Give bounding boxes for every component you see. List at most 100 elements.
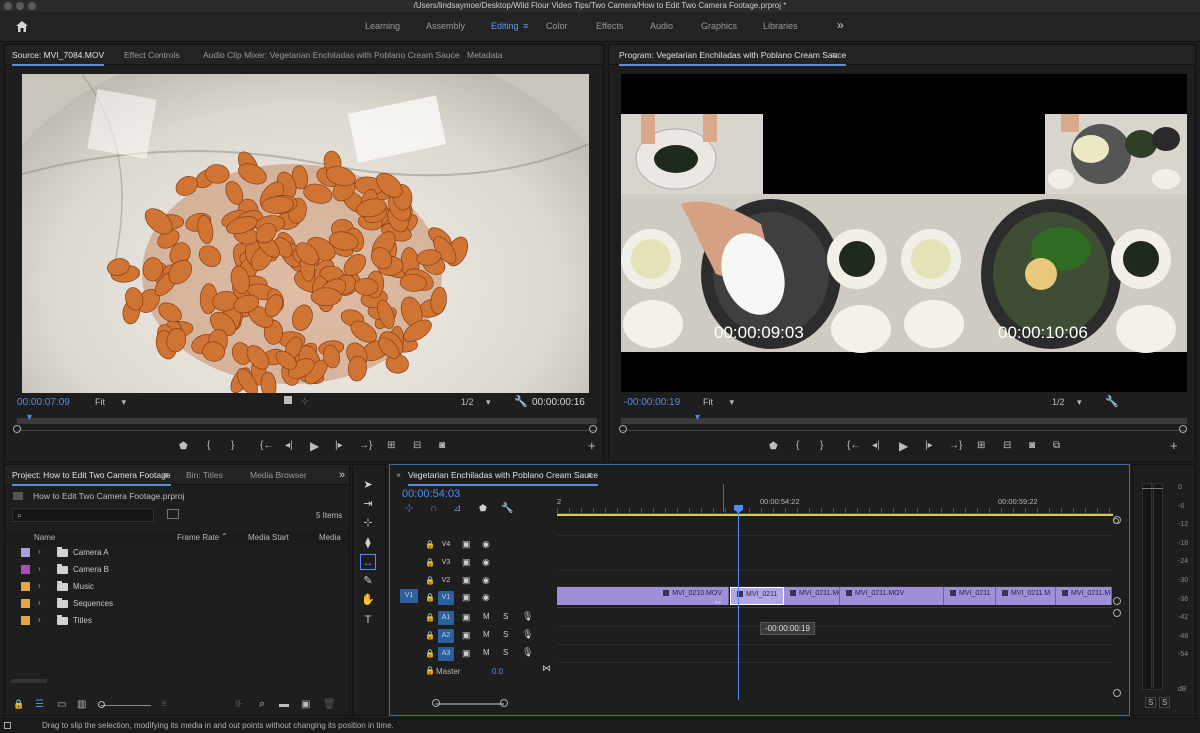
add-marker-icon[interactable]: ⬟ — [479, 503, 487, 514]
master-volume-value[interactable]: 0.0 — [492, 667, 503, 676]
track-select-tool-icon[interactable]: ⇥ — [360, 496, 376, 512]
project-item[interactable]: › Titles — [5, 613, 345, 630]
tab-bin-titles[interactable]: Bin: Titles — [186, 465, 223, 485]
tab-metadata[interactable]: Metadata — [467, 45, 502, 65]
source-time-ruler[interactable] — [17, 418, 597, 424]
play-button[interactable]: ▶ — [310, 439, 319, 453]
workspace-tab-effects[interactable]: Effects — [596, 21, 623, 31]
panel-overflow-icon[interactable]: » — [339, 465, 345, 485]
program-time-ruler[interactable] — [621, 418, 1187, 424]
label-color-swatch[interactable] — [21, 548, 30, 557]
disclosure-chevron-icon[interactable]: › — [38, 615, 41, 624]
track-lock-icon[interactable]: 🔒 — [425, 576, 435, 585]
camera-icon[interactable]: ◙ — [439, 440, 445, 451]
step-back-button[interactable]: ◂| — [872, 440, 880, 451]
workspace-tab-audio[interactable]: Audio — [650, 21, 673, 31]
close-tab-icon[interactable]: × — [396, 465, 401, 485]
eye-icon[interactable]: ◉ — [482, 539, 490, 550]
icon-view-icon[interactable]: ▭ — [57, 699, 66, 710]
step-forward-button[interactable]: |▸ — [335, 440, 343, 451]
track-scroll-handle[interactable] — [1113, 689, 1121, 697]
mark-out-button[interactable]: } — [820, 440, 823, 451]
solo-right-button[interactable]: S — [1159, 697, 1171, 708]
add-marker-icon[interactable]: ⊹ — [301, 396, 309, 407]
timeline-clip[interactable]: MVI_0211.MOV — [840, 587, 944, 605]
source-patch-v1[interactable]: V1 — [400, 589, 418, 603]
label-color-swatch[interactable] — [21, 582, 30, 591]
settings-toggle-icon[interactable] — [284, 396, 292, 404]
tab-effect-controls[interactable]: Effect Controls — [124, 45, 180, 65]
sync-lock-icon[interactable]: ▣ — [462, 575, 471, 586]
step-back-button[interactable]: ◂| — [285, 440, 293, 451]
insert-button[interactable]: ⊞ — [387, 440, 395, 451]
source-timecode[interactable]: 00:00:07:09 — [17, 397, 70, 408]
project-search-input[interactable]: ⌕ — [12, 508, 154, 522]
wrench-icon[interactable]: 🔧 — [501, 503, 513, 514]
solo-button[interactable]: S — [503, 612, 508, 621]
workspace-tab-color[interactable]: Color — [546, 21, 568, 31]
camera-icon[interactable]: ◙ — [1029, 440, 1035, 451]
disclosure-chevron-icon[interactable]: › — [38, 598, 41, 607]
eye-icon[interactable]: ◉ — [482, 592, 490, 603]
tab-sequence[interactable]: Vegetarian Enchiladas with Poblano Cream… — [408, 465, 598, 486]
lock-icon[interactable]: 🔒 — [13, 699, 24, 710]
disclosure-chevron-icon[interactable]: › — [38, 564, 41, 573]
mute-button[interactable]: M — [483, 648, 490, 657]
add-button-icon[interactable]: + — [588, 438, 596, 453]
project-item[interactable]: › Camera B — [5, 562, 345, 579]
lift-button[interactable]: ⊞ — [977, 440, 985, 451]
zoom-slider[interactable] — [101, 705, 151, 706]
column-media[interactable]: Media — [319, 533, 341, 542]
program-video-frame[interactable] — [621, 74, 1187, 392]
workspace-tab-learning[interactable]: Learning — [365, 21, 400, 31]
track-scroll-handle[interactable] — [1113, 597, 1121, 605]
scrollbar-handle-right[interactable] — [500, 699, 508, 707]
tab-program[interactable]: Program: Vegetarian Enchiladas with Pobl… — [619, 45, 847, 66]
step-forward-button[interactable]: |▸ — [925, 440, 933, 451]
new-bin-from-search-icon[interactable] — [167, 509, 179, 519]
workspace-tab-graphics[interactable]: Graphics — [701, 21, 737, 31]
label-color-swatch[interactable] — [21, 616, 30, 625]
add-marker-button[interactable]: ⬟ — [769, 441, 778, 452]
nest-toggle-icon[interactable]: ⊹ — [405, 503, 413, 514]
source-playhead[interactable]: ▾ — [27, 412, 32, 423]
go-to-in-button[interactable]: {← — [847, 440, 860, 451]
razor-tool-icon[interactable]: ⧫ — [360, 535, 376, 551]
workspace-tab-libraries[interactable]: Libraries — [763, 21, 798, 31]
timeline-horizontal-scrollbar[interactable] — [436, 703, 504, 705]
play-button[interactable]: ▶ — [899, 439, 908, 453]
work-area-bar[interactable] — [557, 514, 1113, 516]
close-window-button[interactable] — [4, 2, 12, 10]
snap-icon[interactable]: ∩ — [430, 503, 437, 514]
freeform-view-icon[interactable]: ▥ — [77, 699, 86, 710]
wrench-icon[interactable]: 🔧 — [1105, 395, 1119, 408]
eye-icon[interactable]: ◉ — [482, 575, 490, 586]
mute-button[interactable]: M — [483, 612, 490, 621]
timeline-timecode[interactable]: 00:00:54:03 — [402, 488, 460, 500]
ripple-edit-tool-icon[interactable]: ⊹ — [360, 515, 376, 531]
new-item-icon[interactable]: ▣ — [301, 699, 310, 710]
track-lock-icon[interactable]: 🔒 — [425, 593, 435, 602]
workspace-tab-editing[interactable]: Editing — [491, 21, 519, 31]
sync-lock-icon[interactable]: ▣ — [462, 592, 471, 603]
track-lock-icon[interactable]: 🔒 — [425, 631, 435, 640]
track-lock-icon[interactable]: 🔒 — [425, 613, 435, 622]
sort-icons-icon[interactable]: ≡ — [161, 699, 167, 710]
timeline-clip[interactable]: MVI_0210.MOV — [557, 587, 729, 605]
mark-in-button[interactable]: { — [796, 440, 799, 451]
workspace-overflow-icon[interactable]: » — [837, 18, 844, 32]
home-icon[interactable] — [15, 20, 29, 33]
solo-left-button[interactable]: S — [1145, 697, 1157, 708]
track-target-a3[interactable]: A3 — [438, 647, 454, 661]
program-resolution-dropdown[interactable]: 1/2 ▾ — [1052, 397, 1082, 408]
type-tool-icon[interactable]: T — [360, 612, 376, 628]
track-target-a2[interactable]: A2 — [438, 629, 454, 643]
track-lock-icon[interactable]: 🔒 — [425, 649, 435, 658]
eye-icon[interactable]: ◉ — [482, 557, 490, 568]
sync-lock-icon[interactable]: ▣ — [462, 630, 471, 641]
label-color-swatch[interactable] — [21, 599, 30, 608]
scrollbar-handle-left[interactable] — [432, 699, 440, 707]
timeline-clip[interactable]: MVI_0211.MO — [784, 587, 840, 605]
project-item[interactable]: › Camera A — [5, 545, 345, 562]
panel-menu-icon[interactable]: ≡ — [587, 465, 592, 485]
